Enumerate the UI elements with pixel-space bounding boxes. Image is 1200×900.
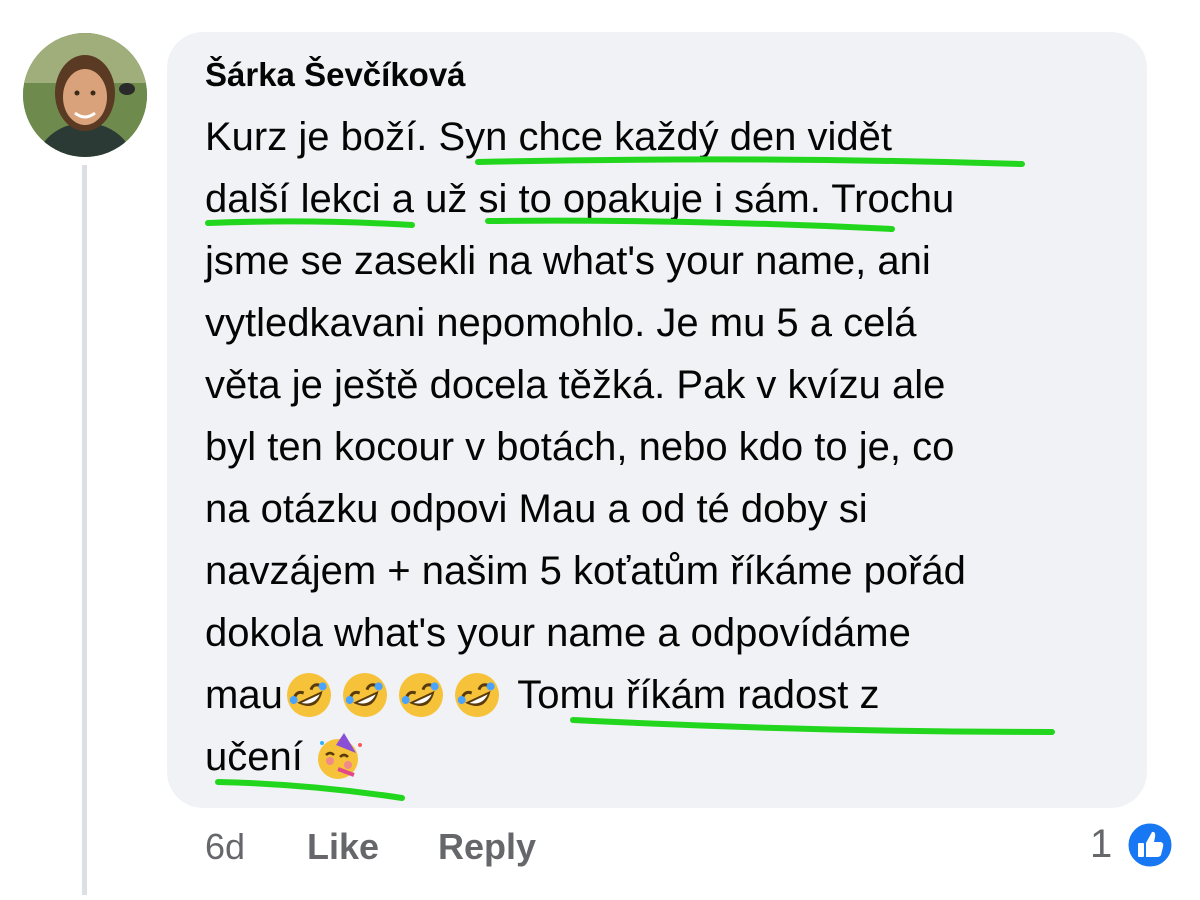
comment-line: na otázku odpovi Mau a od té doby si: [205, 487, 868, 531]
comment-text: učení: [205, 735, 303, 779]
reaction-count[interactable]: 1: [1090, 822, 1112, 867]
avatar[interactable]: [23, 33, 147, 157]
comment-line: mau Tomu říkám radost z: [205, 671, 880, 719]
comment-line: dokola what's your name a odpovídáme: [205, 611, 911, 655]
like-button[interactable]: Like: [307, 826, 379, 868]
partying-face-emoji-icon: [314, 733, 370, 781]
comment-line: učení: [205, 733, 370, 781]
comment-line: jsme se zasekli na what's your name, ani: [205, 239, 931, 283]
comment-text: Tomu říkám radost z: [506, 673, 880, 717]
comment-line: navzájem + našim 5 koťatům říkáme pořád: [205, 549, 966, 593]
comment-line: věta je ještě docela těžká. Pak v kvízu …: [205, 363, 946, 407]
comment-line: Kurz je boží. Syn chce každý den vidět: [205, 115, 893, 159]
rolling-laughing-emoji-icon: [395, 671, 451, 719]
rolling-laughing-emoji-icon: [339, 671, 395, 719]
comment-line: vytledkavani nepomohlo. Je mu 5 a celá: [205, 301, 917, 345]
comment-line: byl ten kocour v botách, nebo kdo to je,…: [205, 425, 955, 469]
reply-button[interactable]: Reply: [438, 826, 536, 868]
rolling-laughing-emoji-icon: [283, 671, 339, 719]
comment-author[interactable]: Šárka Ševčíková: [205, 56, 466, 94]
rolling-laughing-emoji-icon: [451, 671, 507, 719]
comment-timestamp[interactable]: 6d: [205, 826, 245, 868]
comment-text: mau: [205, 673, 283, 717]
thumbs-up-icon[interactable]: [1125, 820, 1175, 870]
comment-line: další lekci a už si to opakuje i sám. Tr…: [205, 177, 955, 221]
thread-line: [82, 165, 87, 895]
